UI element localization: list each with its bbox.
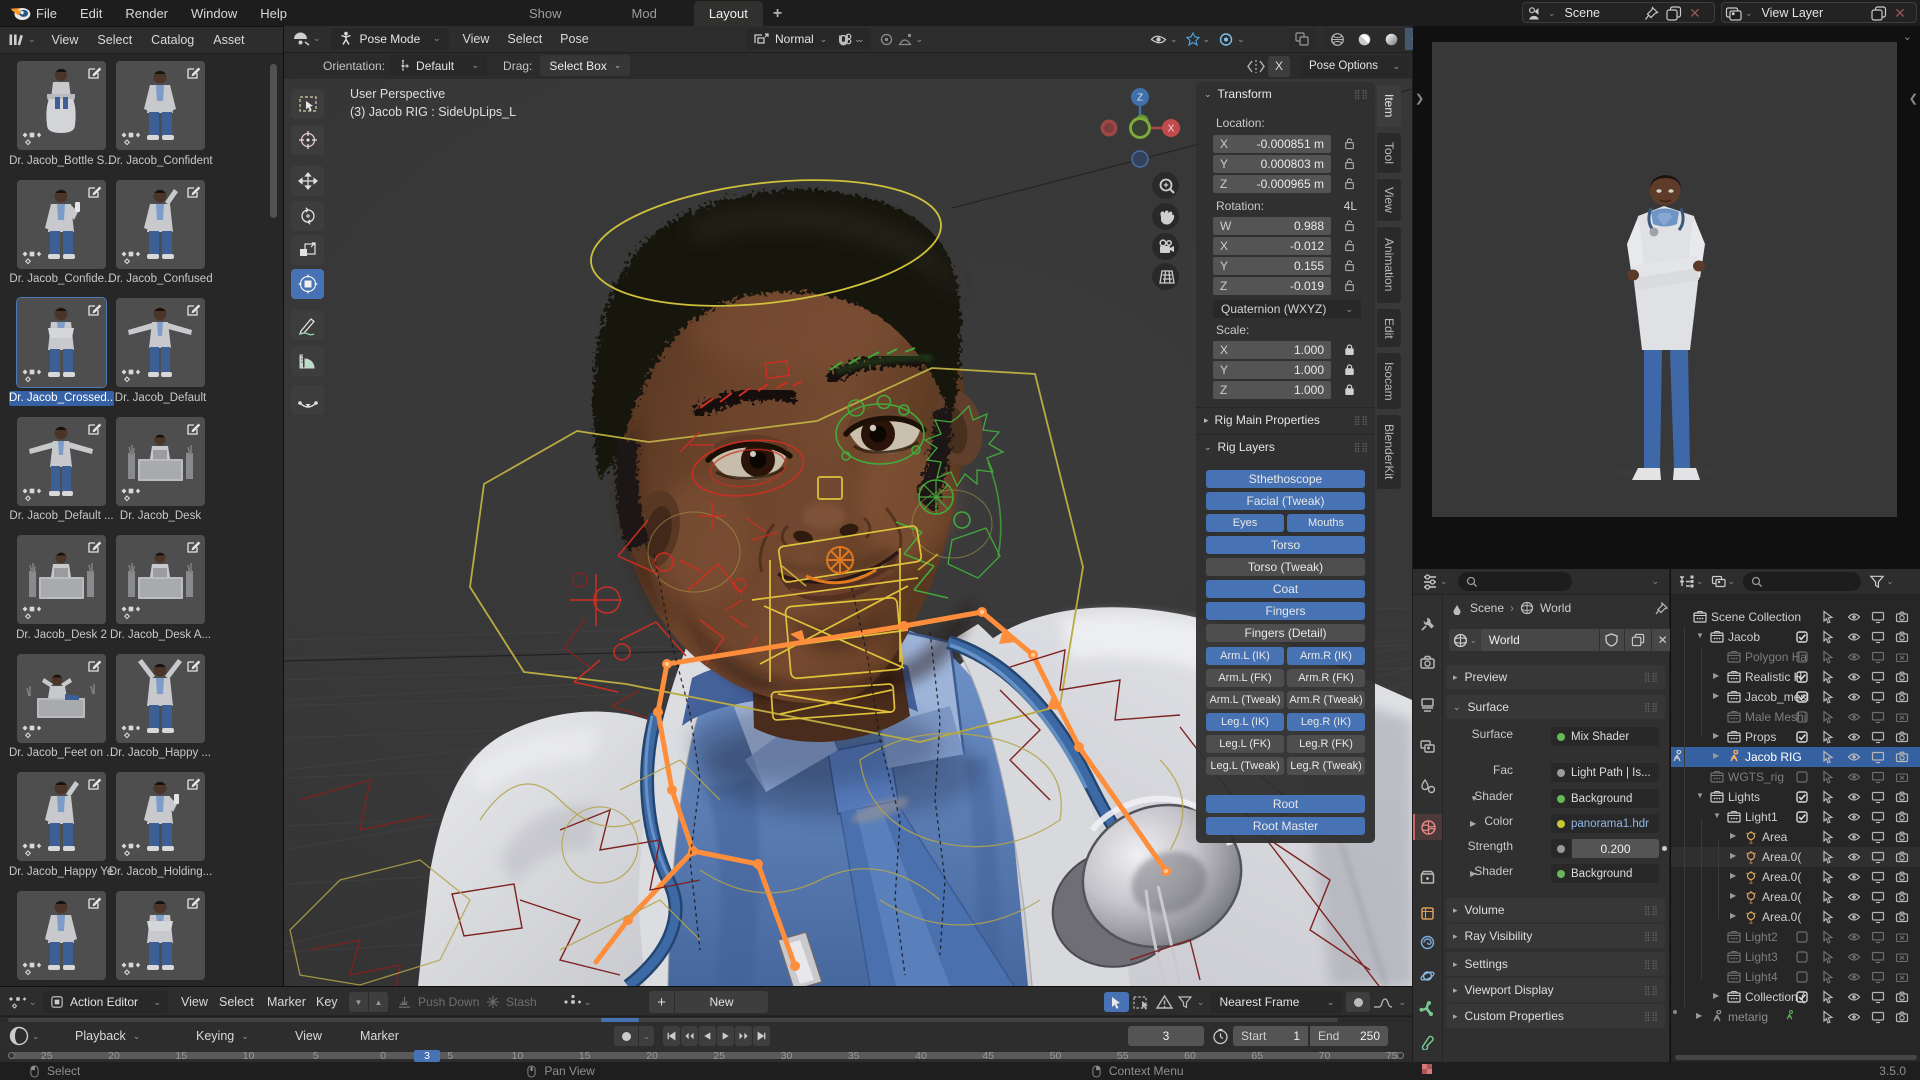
svg-text:X: X bbox=[1168, 124, 1175, 135]
svg-text:Z: Z bbox=[1137, 93, 1143, 104]
